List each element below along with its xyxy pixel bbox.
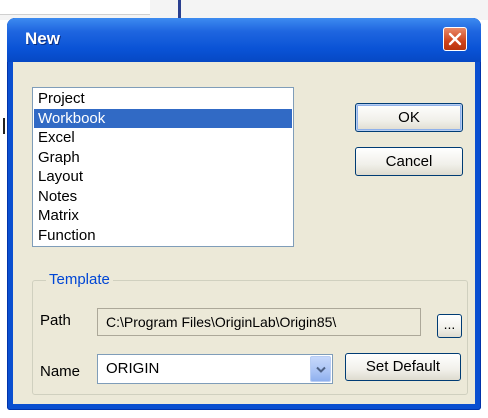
new-dialog: New Project Workbook Excel Graph Layout … <box>7 18 481 410</box>
browse-button[interactable]: ... <box>437 314 462 338</box>
dialog-client-area: Project Workbook Excel Graph Layout Note… <box>13 62 475 404</box>
list-item-layout[interactable]: Layout <box>34 167 292 187</box>
list-item-graph[interactable]: Graph <box>34 148 292 168</box>
background-window-strip <box>0 0 150 15</box>
window-type-list[interactable]: Project Workbook Excel Graph Layout Note… <box>32 87 294 247</box>
background-cursor-mark <box>3 118 5 134</box>
name-value: ORIGIN <box>106 360 160 377</box>
list-item-matrix[interactable]: Matrix <box>34 206 292 226</box>
list-item-function[interactable]: Function <box>34 226 292 246</box>
list-item-workbook[interactable]: Workbook <box>34 108 292 128</box>
background-window-edge <box>178 0 181 18</box>
list-item-project[interactable]: Project <box>34 89 292 109</box>
name-combobox[interactable]: ORIGIN <box>97 354 333 384</box>
path-label: Path <box>40 312 71 329</box>
set-default-button[interactable]: Set Default <box>345 353 461 381</box>
name-dropdown-button[interactable] <box>310 356 331 382</box>
close-icon <box>448 32 462 46</box>
path-field: C:\Program Files\OriginLab\Origin85\ <box>97 308 421 336</box>
dialog-titlebar[interactable]: New <box>7 18 481 62</box>
dialog-title: New <box>25 29 60 48</box>
name-label: Name <box>40 363 81 380</box>
ok-button[interactable]: OK <box>355 103 463 132</box>
chevron-down-icon <box>316 366 326 373</box>
template-group-label: Template <box>46 271 113 288</box>
list-item-notes[interactable]: Notes <box>34 187 292 207</box>
list-item-excel[interactable]: Excel <box>34 128 292 148</box>
cancel-button[interactable]: Cancel <box>355 147 463 176</box>
close-button[interactable] <box>443 27 467 51</box>
